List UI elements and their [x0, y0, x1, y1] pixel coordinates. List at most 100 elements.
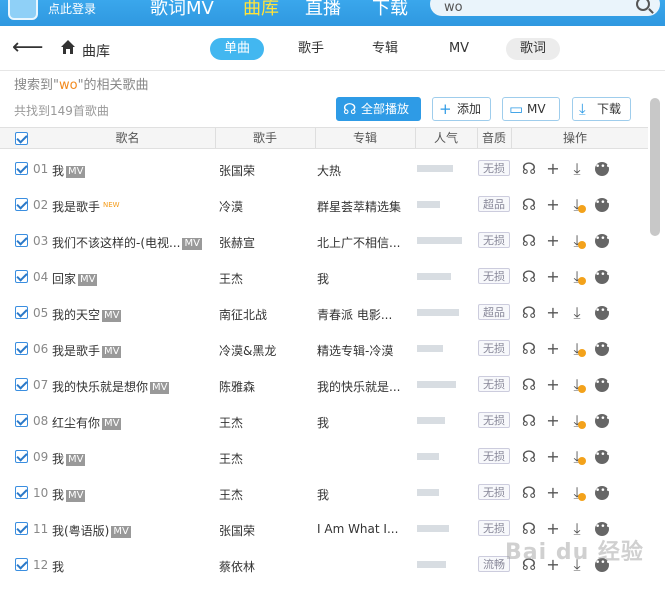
play-all-button[interactable]: ☊ 全部播放 — [336, 97, 421, 121]
col-popularity[interactable]: 人气 — [415, 128, 477, 148]
mv-badge[interactable]: MV — [78, 274, 98, 286]
download-icon[interactable]: ⤓ — [569, 376, 586, 394]
download-icon[interactable]: ⤓ — [569, 304, 585, 322]
more-icon[interactable]: ••• — [595, 378, 611, 392]
row-checkbox[interactable] — [15, 378, 28, 391]
table-row[interactable]: 08 红尘有你 MV 王杰 我 无损 ☊ + ⤓ ••• — [0, 403, 648, 439]
album-name[interactable]: 我 — [317, 486, 329, 503]
song-title[interactable]: 我 MV — [52, 450, 86, 467]
mv-badge[interactable]: MV — [66, 490, 86, 502]
singer-name[interactable]: 王杰 — [219, 486, 243, 503]
more-icon[interactable]: ••• — [595, 234, 611, 248]
listen-icon[interactable]: ☊ — [521, 484, 537, 502]
more-icon[interactable]: ••• — [595, 450, 611, 464]
download-icon[interactable]: ⤓ — [569, 448, 586, 466]
listen-icon[interactable]: ☊ — [521, 340, 537, 358]
row-checkbox[interactable] — [15, 558, 28, 571]
singer-name[interactable]: 冷漠&黑龙 — [219, 342, 276, 359]
mv-badge[interactable]: MV — [102, 310, 122, 322]
album-name[interactable]: 我的快乐就是... — [317, 378, 400, 395]
breadcrumb[interactable]: 曲库 — [82, 41, 110, 61]
song-title[interactable]: 红尘有你 MV — [52, 414, 122, 431]
add-icon[interactable]: + — [545, 448, 561, 466]
singer-name[interactable]: 冷漠 — [219, 198, 243, 215]
table-row[interactable]: 07 我的快乐就是想你 MV 陈雅森 我的快乐就是... 无损 ☊ + ⤓ ••• — [0, 367, 648, 403]
nav-download[interactable]: 下载 — [372, 0, 408, 20]
mv-badge[interactable]: MV — [182, 238, 202, 250]
singer-name[interactable]: 陈雅森 — [219, 378, 255, 395]
more-icon[interactable]: ••• — [595, 162, 611, 176]
mv-badge[interactable]: MV — [66, 454, 86, 466]
add-icon[interactable]: + — [545, 268, 561, 286]
download-icon[interactable]: ⤓ — [569, 196, 586, 214]
song-title[interactable]: 回家 MV — [52, 270, 98, 287]
row-checkbox[interactable] — [15, 450, 28, 463]
singer-name[interactable]: 张国荣 — [219, 522, 255, 539]
song-title[interactable]: 我 — [52, 558, 64, 575]
row-checkbox[interactable] — [15, 162, 28, 175]
add-icon[interactable]: + — [545, 232, 561, 250]
nav-lyrics-mv[interactable]: 歌词MV — [150, 0, 214, 20]
singer-name[interactable]: 张国荣 — [219, 162, 255, 179]
table-row[interactable]: 04 回家 MV 王杰 我 无损 ☊ + ⤓ ••• — [0, 259, 648, 295]
more-icon[interactable]: ••• — [595, 486, 611, 500]
login-link[interactable]: 点此登录 — [48, 0, 96, 17]
download-icon[interactable]: ⤓ — [569, 412, 586, 430]
singer-name[interactable]: 王杰 — [219, 414, 243, 431]
more-icon[interactable]: ••• — [595, 270, 611, 284]
col-song[interactable]: 歌名 — [40, 128, 215, 148]
album-name[interactable]: 大热 — [317, 162, 341, 179]
more-icon[interactable]: ••• — [595, 306, 611, 320]
album-name[interactable]: 青春派 电影... — [317, 306, 392, 323]
home-icon[interactable] — [60, 39, 76, 55]
listen-icon[interactable]: ☊ — [521, 196, 537, 214]
tab-songs[interactable]: 单曲 — [210, 38, 264, 60]
singer-name[interactable]: 王杰 — [219, 450, 243, 467]
row-checkbox[interactable] — [15, 486, 28, 499]
table-row[interactable]: 02 我是歌手 NEW 冷漠 群星荟萃精选集 超品 ☊ + ⤓ ••• — [0, 187, 648, 223]
add-icon[interactable]: + — [545, 376, 561, 394]
song-title[interactable]: 我的天空 MV — [52, 306, 122, 323]
listen-icon[interactable]: ☊ — [521, 268, 537, 286]
tab-lyrics[interactable]: 歌词 — [506, 38, 560, 60]
search-input[interactable]: wo — [430, 0, 660, 16]
download-icon[interactable]: ⤓ — [569, 268, 586, 286]
mv-badge[interactable]: MV — [102, 418, 122, 430]
table-row[interactable]: 05 我的天空 MV 南征北战 青春派 电影... 超品 ☊ + ⤓ ••• — [0, 295, 648, 331]
row-checkbox[interactable] — [15, 414, 28, 427]
album-name[interactable]: 精选专辑-冷漠 — [317, 342, 393, 359]
table-row[interactable]: 03 我们不该这样的-(电视... MV 张赫宣 北上广不相信... 无损 ☊ + ⤓ ••• — [0, 223, 648, 259]
listen-icon[interactable]: ☊ — [521, 160, 537, 178]
row-checkbox[interactable] — [15, 234, 28, 247]
singer-name[interactable]: 南征北战 — [219, 306, 267, 323]
add-button[interactable]: + 添加 — [432, 97, 491, 121]
table-row[interactable]: 06 我是歌手 MV 冷漠&黑龙 精选专辑-冷漠 无损 ☊ + ⤓ ••• — [0, 331, 648, 367]
add-icon[interactable]: + — [545, 304, 561, 322]
col-quality[interactable]: 音质 — [477, 128, 511, 148]
add-icon[interactable]: + — [545, 412, 561, 430]
listen-icon[interactable]: ☊ — [521, 232, 537, 250]
download-icon[interactable]: ⤓ — [569, 232, 586, 250]
table-row[interactable]: 10 我 MV 王杰我无损 ☊ + ⤓ ••• — [0, 475, 648, 511]
more-icon[interactable]: ••• — [595, 414, 611, 428]
add-icon[interactable]: + — [545, 160, 561, 178]
nav-library[interactable]: 曲库 — [243, 0, 279, 20]
album-name[interactable]: 我 — [317, 270, 329, 287]
col-album[interactable]: 专辑 — [315, 128, 415, 148]
mv-button[interactable]: ▭ MV — [502, 97, 560, 121]
singer-name[interactable]: 蔡依林 — [219, 558, 255, 575]
row-checkbox[interactable] — [15, 270, 28, 283]
back-arrow-icon[interactable]: ⟵ — [12, 37, 44, 59]
song-title[interactable]: 我的快乐就是想你 MV — [52, 378, 170, 395]
row-checkbox[interactable] — [15, 306, 28, 319]
download-icon[interactable]: ⤓ — [569, 160, 585, 178]
add-icon[interactable]: + — [545, 340, 561, 358]
song-title[interactable]: 我 MV — [52, 486, 86, 503]
add-icon[interactable]: + — [545, 196, 561, 214]
col-singer[interactable]: 歌手 — [215, 128, 315, 148]
tab-singers[interactable]: 歌手 — [284, 38, 338, 60]
download-icon[interactable]: ⤓ — [569, 484, 586, 502]
tab-mv[interactable]: MV — [432, 38, 486, 60]
row-checkbox[interactable] — [15, 342, 28, 355]
song-title[interactable]: 我 MV — [52, 162, 86, 179]
